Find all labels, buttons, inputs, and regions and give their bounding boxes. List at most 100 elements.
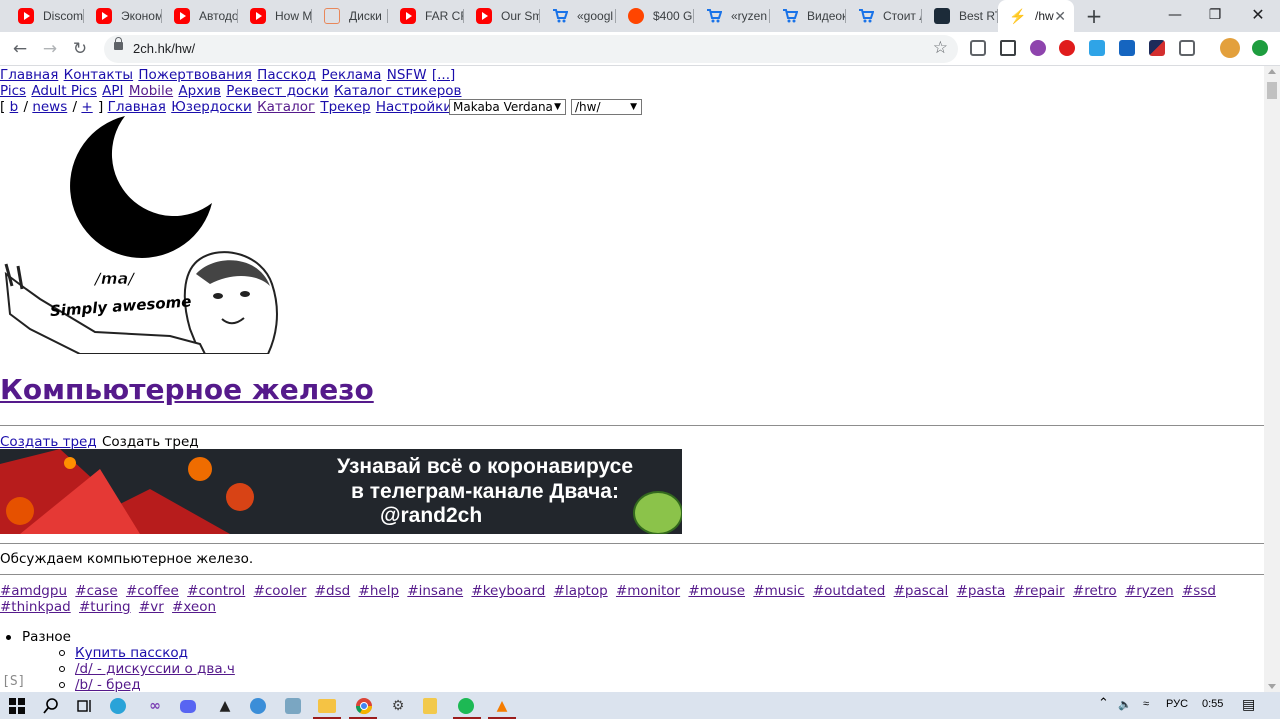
- nav-link-catalog[interactable]: Каталог: [257, 99, 315, 115]
- tag-link[interactable]: #retro: [1073, 583, 1117, 599]
- tag-link[interactable]: #insane: [407, 583, 463, 599]
- board-title[interactable]: Компьютерное железо: [0, 373, 374, 406]
- font-select[interactable]: Makaba Verdana ▼: [449, 99, 566, 115]
- nav1-link[interactable]: Пасскод: [257, 67, 316, 83]
- visual-studio-icon[interactable]: ∞: [145, 696, 165, 716]
- board-link-news[interactable]: news: [32, 99, 67, 115]
- update-icon[interactable]: [1252, 40, 1268, 56]
- extension-flag-icon[interactable]: [1149, 40, 1165, 56]
- tag-link[interactable]: #thinkpad: [0, 599, 71, 615]
- telegram-icon[interactable]: [110, 698, 126, 714]
- page-scrollbar[interactable]: [1264, 66, 1280, 692]
- forward-button[interactable]: →: [38, 37, 62, 61]
- tag-link[interactable]: #outdated: [813, 583, 885, 599]
- wifi-icon[interactable]: ≈: [1143, 698, 1149, 710]
- nav1-link[interactable]: [...]: [432, 67, 455, 83]
- address-bar[interactable]: 2ch.hk/hw/ ☆: [104, 35, 958, 63]
- scroll-thumb[interactable]: [1267, 82, 1277, 99]
- tag-link[interactable]: #ryzen: [1125, 583, 1174, 599]
- scroll-down-icon[interactable]: [1268, 684, 1276, 689]
- nav-link-settings[interactable]: Настройки: [376, 99, 452, 115]
- browser-tab[interactable]: Discom: [6, 0, 84, 32]
- tag-link[interactable]: #dsd: [315, 583, 350, 599]
- tag-link[interactable]: #coffee: [126, 583, 179, 599]
- nav2-link[interactable]: Архив: [178, 83, 221, 99]
- browser-tab[interactable]: FAR CR: [388, 0, 464, 32]
- browser-tab[interactable]: «ryzen: [694, 0, 770, 32]
- close-window-button[interactable]: ✕: [1238, 0, 1278, 32]
- tag-link[interactable]: #help: [359, 583, 400, 599]
- browser-tab[interactable]: «googl: [540, 0, 616, 32]
- nav2-link[interactable]: Mobile: [129, 83, 173, 99]
- board-select[interactable]: /hw/ ▼: [571, 99, 642, 115]
- tag-link[interactable]: #mouse: [688, 583, 745, 599]
- nav2-link[interactable]: Реквест доски: [226, 83, 328, 99]
- tag-link[interactable]: #case: [75, 583, 117, 599]
- browser-tab[interactable]: Our Sm: [464, 0, 540, 32]
- tag-link[interactable]: #pascal: [894, 583, 949, 599]
- discord-icon[interactable]: [180, 700, 196, 713]
- unity-icon[interactable]: ▲: [215, 696, 235, 716]
- nav1-link[interactable]: Реклама: [322, 67, 382, 83]
- menu-link-d[interactable]: /d/ - дискуссии о два.ч: [75, 661, 235, 677]
- task-view-icon[interactable]: [75, 696, 95, 716]
- create-thread-link[interactable]: Создать тред: [0, 434, 97, 450]
- telegram-banner[interactable]: Узнавай всё о коронавирусе в телеграм-ка…: [0, 449, 682, 534]
- extension-grid-icon[interactable]: [1089, 40, 1105, 56]
- volume-icon[interactable]: 🔈: [1118, 698, 1132, 711]
- clock[interactable]: 0:55: [1202, 698, 1223, 710]
- tag-link[interactable]: #cooler: [254, 583, 307, 599]
- nav1-link[interactable]: Пожертвования: [138, 67, 251, 83]
- browser-tab[interactable]: Видеок: [770, 0, 846, 32]
- browser-tab[interactable]: Эконом: [84, 0, 162, 32]
- adblock-icon[interactable]: [1059, 40, 1075, 56]
- qbittorrent-icon[interactable]: [250, 698, 266, 714]
- reload-button[interactable]: ↻: [68, 37, 92, 61]
- browser-tab[interactable]: Стоит л: [846, 0, 922, 32]
- board-link-b[interactable]: b: [10, 99, 19, 115]
- tag-link[interactable]: #amdgpu: [0, 583, 67, 599]
- close-tab-icon[interactable]: ✕: [1054, 8, 1066, 25]
- minimize-button[interactable]: —: [1155, 0, 1195, 32]
- tag-link[interactable]: #ssd: [1182, 583, 1216, 599]
- menu-section-title[interactable]: Разное: [22, 629, 71, 645]
- browser-tab[interactable]: ⚡ /hw ✕: [998, 0, 1074, 32]
- tag-link[interactable]: #monitor: [616, 583, 680, 599]
- tag-link[interactable]: #turing: [79, 599, 131, 615]
- search-icon[interactable]: [41, 696, 61, 716]
- screenshot-camera-icon[interactable]: [1179, 40, 1195, 56]
- maximize-button[interactable]: ❐: [1195, 0, 1235, 32]
- nav1-link[interactable]: Главная: [0, 67, 58, 83]
- tag-link[interactable]: #repair: [1014, 583, 1065, 599]
- new-tab-button[interactable]: +: [1082, 4, 1106, 28]
- browser-tab[interactable]: Диски: [312, 0, 388, 32]
- nav-link-tracker[interactable]: Трекер: [320, 99, 370, 115]
- extension-euro-icon[interactable]: [1119, 40, 1135, 56]
- nav1-link[interactable]: NSFW: [387, 67, 427, 83]
- menu-link-passcode[interactable]: Купить пасскод: [75, 645, 188, 661]
- tag-link[interactable]: #pasta: [957, 583, 1006, 599]
- extension-location-icon[interactable]: [970, 40, 986, 56]
- menu-link-b[interactable]: /b/ - бред: [75, 677, 141, 692]
- chrome-icon[interactable]: [354, 696, 374, 716]
- nav-link-userboards[interactable]: Юзердоски: [171, 99, 252, 115]
- tray-chevron-up-icon[interactable]: ⌃: [1098, 695, 1109, 711]
- scroll-up-icon[interactable]: [1268, 69, 1276, 74]
- extension-pip-icon[interactable]: [1000, 40, 1016, 56]
- browser-tab[interactable]: Best RT: [922, 0, 998, 32]
- tag-link[interactable]: #vr: [139, 599, 164, 615]
- settings-toggle[interactable]: [S]: [2, 674, 25, 689]
- notes-icon[interactable]: [423, 698, 437, 714]
- nav2-link[interactable]: Adult Pics: [31, 83, 97, 99]
- browser-tab[interactable]: Автодо: [162, 0, 238, 32]
- nav2-link[interactable]: Каталог стикеров: [334, 83, 462, 99]
- extension-moon-icon[interactable]: [1030, 40, 1046, 56]
- bookmark-star-icon[interactable]: ☆: [933, 38, 948, 58]
- browser-tab[interactable]: How M: [238, 0, 312, 32]
- tag-link[interactable]: #xeon: [172, 599, 216, 615]
- tag-link[interactable]: #laptop: [554, 583, 608, 599]
- notifications-icon[interactable]: ▤: [1242, 696, 1255, 713]
- file-explorer-icon[interactable]: [318, 699, 336, 713]
- spotify-icon[interactable]: [458, 698, 474, 714]
- windows-start-icon[interactable]: [7, 696, 27, 716]
